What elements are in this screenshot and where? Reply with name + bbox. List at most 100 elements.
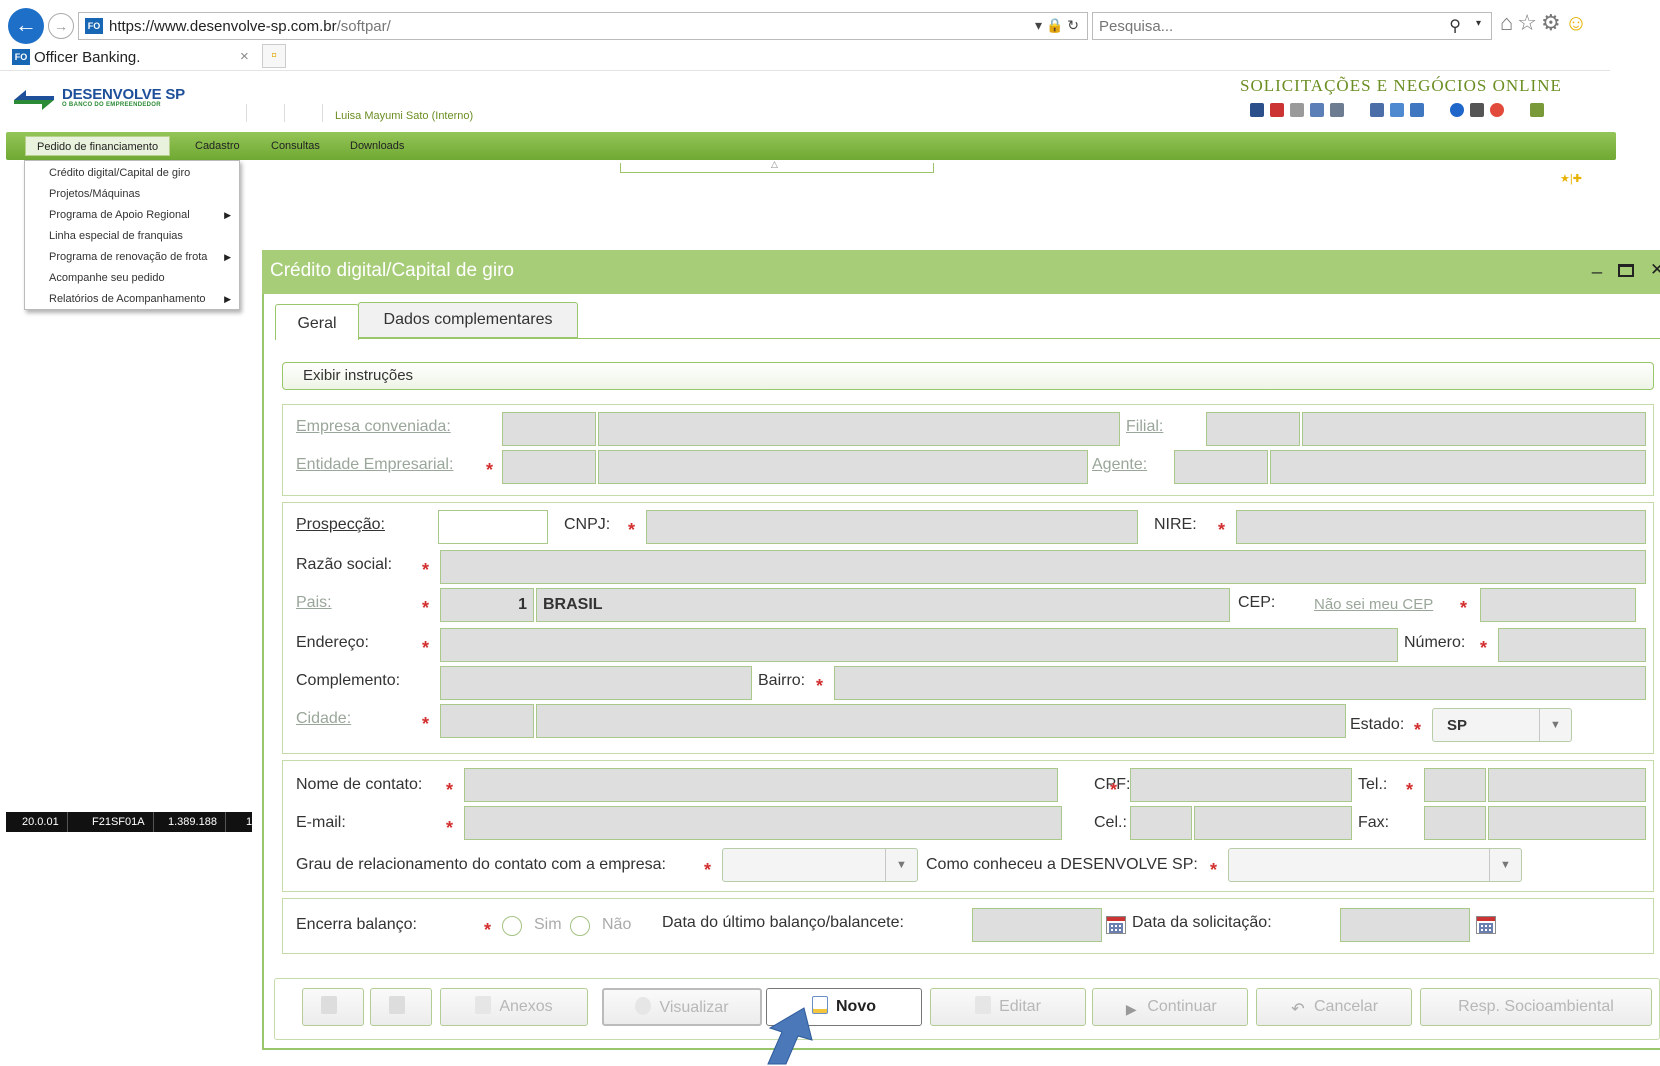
search-icon[interactable]: ⚲ <box>1449 16 1461 36</box>
cel-ddd-input[interactable] <box>1130 806 1192 840</box>
site-logo[interactable]: DESENVOLVE SP O BANCO DO EMPREENDEDOR <box>12 86 192 112</box>
data-solicitacao-input[interactable] <box>1340 908 1470 942</box>
empresa-conveniada-label[interactable]: Empresa conveniada: <box>296 418 451 436</box>
cel-number-input[interactable] <box>1194 806 1352 840</box>
maximize-icon[interactable] <box>1618 264 1634 277</box>
complemento-input[interactable] <box>440 666 752 700</box>
entidade-name-input[interactable] <box>598 450 1088 484</box>
exibir-instrucoes-button[interactable]: Exibir instruções <box>282 362 1654 390</box>
gear-icon[interactable]: ⚙ <box>1541 10 1565 35</box>
lifebuoy-icon[interactable] <box>1490 103 1504 117</box>
pais-name-input[interactable]: BRASIL <box>536 588 1230 622</box>
agente-name-input[interactable] <box>1270 450 1646 484</box>
collapse-handle[interactable]: △ <box>620 159 934 173</box>
nav-pedido-financiamento[interactable]: Pedido de financiamento <box>25 136 171 156</box>
chevron-down-icon[interactable]: ▾ <box>1476 18 1481 29</box>
document-icon[interactable] <box>1330 103 1344 117</box>
cep-input[interactable] <box>1480 588 1636 622</box>
agente-label[interactable]: Agente: <box>1092 456 1147 474</box>
anexos-button[interactable]: Anexos <box>440 988 588 1026</box>
camera-icon[interactable] <box>1470 103 1484 117</box>
menu-item-relatorios[interactable]: Relatórios de Acompanhamento ▶ <box>25 289 239 309</box>
sign-button[interactable] <box>302 988 364 1026</box>
tel-number-input[interactable] <box>1488 768 1646 802</box>
lock-icon[interactable]: 🔒 <box>1046 17 1063 33</box>
visualizar-button[interactable]: Visualizar <box>602 988 762 1026</box>
nome-contato-input[interactable] <box>464 768 1058 802</box>
browser-search-input[interactable] <box>1099 17 1429 35</box>
cpf-input[interactable] <box>1130 768 1352 802</box>
menu-item-credito-digital[interactable]: Crédito digital/Capital de giro <box>25 163 239 183</box>
dialog-titlebar[interactable]: Crédito digital/Capital de giro _ ✕ <box>262 250 1660 294</box>
empresa-conveniada-name-input[interactable] <box>598 412 1120 446</box>
cidade-label[interactable]: Cidade: <box>296 710 351 728</box>
nav-consultas[interactable]: Consultas <box>260 136 331 156</box>
feedback-smiley-icon[interactable]: ☺ <box>1565 10 1591 35</box>
cancelar-button[interactable]: ↶ Cancelar <box>1256 988 1412 1026</box>
entidade-code-input[interactable] <box>502 450 596 484</box>
pais-label[interactable]: Pais: <box>296 594 332 612</box>
cnpj-input[interactable] <box>646 510 1138 544</box>
radio-nao[interactable] <box>570 916 590 936</box>
data-ultimo-balanco-input[interactable] <box>972 908 1102 942</box>
upload-icon[interactable] <box>1410 103 1424 117</box>
windows-icon[interactable] <box>1370 103 1384 117</box>
menu-item-renovacao-frota[interactable]: Programa de renovação de frota ▶ <box>25 247 239 267</box>
notebook-icon[interactable] <box>1250 103 1264 117</box>
fax-ddd-input[interactable] <box>1424 806 1486 840</box>
filial-name-input[interactable] <box>1302 412 1646 446</box>
chevron-down-icon[interactable]: ▼ <box>1489 849 1521 881</box>
favorites-add-icon[interactable]: ★|✚ <box>1560 172 1582 185</box>
pointer-icon[interactable] <box>1290 103 1304 117</box>
browser-search-box[interactable]: ⚲ ▾ <box>1092 12 1492 40</box>
browser-tab[interactable]: FO Officer Banking. × <box>8 44 258 70</box>
back-arrow-icon[interactable]: ← <box>8 8 44 44</box>
info-icon[interactable] <box>1450 103 1464 117</box>
nav-downloads[interactable]: Downloads <box>339 136 415 156</box>
continuar-button[interactable]: ▶ Continuar <box>1092 988 1248 1026</box>
dropdown-arrow-icon[interactable]: ▾ <box>1035 17 1042 33</box>
columns-icon[interactable] <box>1390 103 1404 117</box>
bairro-input[interactable] <box>834 666 1646 700</box>
cidade-name-input[interactable] <box>536 704 1346 738</box>
forward-arrow-icon[interactable]: → <box>48 13 74 39</box>
nire-input[interactable] <box>1236 510 1646 544</box>
close-icon[interactable]: ✕ <box>1650 260 1660 280</box>
fax-number-input[interactable] <box>1488 806 1646 840</box>
email-input[interactable] <box>464 806 1062 840</box>
mail-icon[interactable] <box>1310 103 1324 117</box>
tab-geral[interactable]: Geral <box>275 304 359 340</box>
razao-social-input[interactable] <box>440 550 1646 584</box>
menu-item-projetos[interactable]: Projetos/Máquinas <box>25 184 239 204</box>
chevron-down-icon[interactable]: ▼ <box>1539 709 1571 741</box>
prospeccao-label[interactable]: Prospecção: <box>296 516 385 534</box>
radio-sim[interactable] <box>502 916 522 936</box>
favorites-star-icon[interactable]: ☆ <box>1517 10 1541 35</box>
tab-dados-complementares[interactable]: Dados complementares <box>358 302 578 338</box>
chevron-down-icon[interactable]: ▼ <box>885 849 917 881</box>
nao-sei-cep-link[interactable]: Não sei meu CEP <box>1314 596 1433 613</box>
exit-icon[interactable] <box>1530 103 1544 117</box>
home-icon[interactable]: ⌂ <box>1500 10 1517 35</box>
minimize-icon[interactable]: _ <box>1592 254 1602 275</box>
filial-label[interactable]: Filial: <box>1126 418 1163 436</box>
endereco-input[interactable] <box>440 628 1398 662</box>
resp-socioambiental-button[interactable]: Resp. Socioambiental <box>1420 988 1652 1026</box>
tools-icon[interactable] <box>1270 103 1284 117</box>
cidade-code-input[interactable] <box>440 704 534 738</box>
menu-item-apoio-regional[interactable]: Programa de Apoio Regional ▶ <box>25 205 239 225</box>
new-tab-icon[interactable]: ▫ <box>262 44 286 68</box>
editar-button[interactable]: Editar <box>930 988 1086 1026</box>
menu-item-acompanhe[interactable]: Acompanhe seu pedido <box>25 268 239 288</box>
filial-code-input[interactable] <box>1206 412 1300 446</box>
numero-input[interactable] <box>1498 628 1646 662</box>
pais-code-input[interactable]: 1 <box>440 588 534 622</box>
como-conheceu-select[interactable]: ▼ <box>1228 848 1522 882</box>
calendar-icon[interactable] <box>1476 916 1496 934</box>
empresa-conveniada-code-input[interactable] <box>502 412 596 446</box>
prospeccao-input[interactable] <box>438 510 548 544</box>
estado-select[interactable]: SP ▼ <box>1432 708 1572 742</box>
address-bar[interactable]: FO https://www.desenvolve-sp.com.br/soft… <box>78 12 1088 40</box>
calendar-icon[interactable] <box>1106 916 1126 934</box>
agente-code-input[interactable] <box>1174 450 1268 484</box>
